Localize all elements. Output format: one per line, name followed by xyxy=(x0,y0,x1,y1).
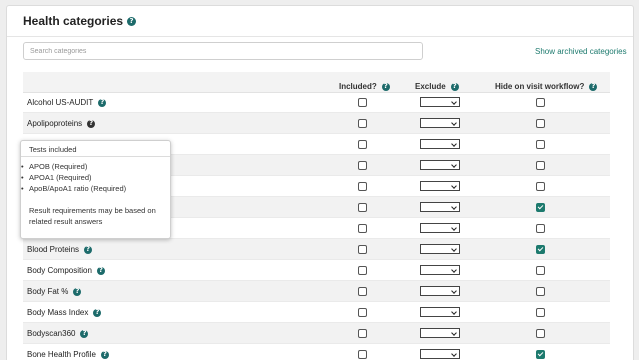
category-name: Blood Proteins? xyxy=(27,245,93,254)
card-title: Health categories ? xyxy=(23,14,137,28)
included-checkbox[interactable] xyxy=(358,161,367,170)
tooltip-note: Result requirements may be based on rela… xyxy=(29,206,156,226)
table-row: Alcohol US-AUDIT? xyxy=(23,92,610,113)
exclude-select[interactable] xyxy=(420,265,460,275)
included-checkbox[interactable] xyxy=(358,140,367,149)
included-checkbox[interactable] xyxy=(358,119,367,128)
category-name: Alcohol US-AUDIT? xyxy=(27,98,107,107)
table-row: Body Mass Index? xyxy=(23,302,610,323)
tooltip-test-item: ApoB/ApoA1 ratio (Required) xyxy=(21,183,126,194)
table-row: Body Composition? xyxy=(23,260,610,281)
help-icon[interactable]: ? xyxy=(98,98,107,107)
help-icon[interactable]: ? xyxy=(96,266,105,275)
table-row: Body Fat %? xyxy=(23,281,610,302)
included-checkbox[interactable] xyxy=(358,266,367,275)
header-divider xyxy=(7,36,633,37)
hide-on-visit-checkbox[interactable] xyxy=(536,308,545,317)
hide-on-visit-checkbox[interactable] xyxy=(536,350,545,359)
hide-on-visit-checkbox[interactable] xyxy=(536,182,545,191)
exclude-select[interactable] xyxy=(420,118,460,128)
category-name-label: Blood Proteins xyxy=(27,245,80,254)
hide-on-visit-checkbox[interactable] xyxy=(536,224,545,233)
category-name-label: Apolipoproteins xyxy=(27,119,83,128)
hide-on-visit-checkbox[interactable] xyxy=(536,98,545,107)
help-icon[interactable]: ? xyxy=(84,245,93,254)
included-checkbox[interactable] xyxy=(358,308,367,317)
category-name: Apolipoproteins? xyxy=(27,119,96,128)
category-name: Body Composition? xyxy=(27,266,105,275)
table-row: Apolipoproteins? xyxy=(23,113,610,134)
tests-included-tooltip: Tests included APOB (Required) APOA1 (Re… xyxy=(20,140,171,239)
hide-on-visit-checkbox[interactable] xyxy=(536,266,545,275)
help-icon[interactable]: ? xyxy=(589,82,598,91)
tooltip-heading: Tests included xyxy=(29,145,77,154)
health-categories-card: Health categories ? Show archived catego… xyxy=(6,5,634,360)
exclude-select[interactable] xyxy=(420,307,460,317)
category-name-label: Bone Health Profile xyxy=(27,350,96,359)
included-checkbox[interactable] xyxy=(358,182,367,191)
show-archived-link[interactable]: Show archived categories xyxy=(535,47,627,56)
category-name: Body Fat %? xyxy=(27,287,82,296)
exclude-select[interactable] xyxy=(420,160,460,170)
category-name-label: Body Fat % xyxy=(27,287,69,296)
table-row: Bone Health Profile? xyxy=(23,344,610,360)
exclude-select[interactable] xyxy=(420,181,460,191)
included-checkbox[interactable] xyxy=(358,350,367,359)
column-hide-label: Hide on visit workflow? xyxy=(495,82,585,91)
hide-on-visit-checkbox[interactable] xyxy=(536,140,545,149)
table-row: Blood Proteins? xyxy=(23,239,610,260)
included-checkbox[interactable] xyxy=(358,245,367,254)
help-icon[interactable]: ? xyxy=(450,82,459,91)
help-icon[interactable]: ? xyxy=(381,82,390,91)
help-icon[interactable]: ? xyxy=(93,308,102,317)
category-name-label: Body Composition xyxy=(27,266,92,275)
column-included: Included? ? xyxy=(339,82,390,91)
included-checkbox[interactable] xyxy=(358,224,367,233)
category-name-label: Alcohol US-AUDIT xyxy=(27,98,94,107)
help-icon[interactable]: ? xyxy=(100,350,109,359)
help-icon[interactable]: ? xyxy=(87,119,96,128)
tooltip-test-item: APOA1 (Required) xyxy=(21,172,126,183)
exclude-select[interactable] xyxy=(420,244,460,254)
tooltip-test-item: APOB (Required) xyxy=(21,161,126,172)
category-name-label: Bodyscan360 xyxy=(27,329,76,338)
exclude-select[interactable] xyxy=(420,223,460,233)
exclude-select[interactable] xyxy=(420,328,460,338)
exclude-select[interactable] xyxy=(420,202,460,212)
hide-on-visit-checkbox[interactable] xyxy=(536,203,545,212)
included-checkbox[interactable] xyxy=(358,98,367,107)
help-icon[interactable]: ? xyxy=(73,287,82,296)
category-name: Bodyscan360? xyxy=(27,329,89,338)
hide-on-visit-checkbox[interactable] xyxy=(536,287,545,296)
column-hide: Hide on visit workflow? ? xyxy=(495,82,598,91)
column-included-label: Included? xyxy=(339,82,377,91)
help-icon[interactable]: ? xyxy=(127,16,137,26)
hide-on-visit-checkbox[interactable] xyxy=(536,245,545,254)
tooltip-test-list: APOB (Required) APOA1 (Required) ApoB/Ap… xyxy=(21,161,126,194)
exclude-select[interactable] xyxy=(420,349,460,359)
included-checkbox[interactable] xyxy=(358,203,367,212)
included-checkbox[interactable] xyxy=(358,287,367,296)
search-input[interactable] xyxy=(23,42,423,60)
category-name-label: Body Mass Index xyxy=(27,308,89,317)
exclude-select[interactable] xyxy=(420,286,460,296)
table-row: Bodyscan360? xyxy=(23,323,610,344)
category-name: Bone Health Profile? xyxy=(27,350,109,359)
included-checkbox[interactable] xyxy=(358,329,367,338)
category-name: Body Mass Index? xyxy=(27,308,102,317)
help-icon[interactable]: ? xyxy=(80,329,89,338)
column-exclude-label: Exclude xyxy=(415,82,446,91)
hide-on-visit-checkbox[interactable] xyxy=(536,161,545,170)
exclude-select[interactable] xyxy=(420,97,460,107)
table-header: Included? ? Exclude ? Hide on visit work… xyxy=(23,72,610,93)
column-exclude: Exclude ? xyxy=(415,82,459,91)
hide-on-visit-checkbox[interactable] xyxy=(536,119,545,128)
hide-on-visit-checkbox[interactable] xyxy=(536,329,545,338)
card-title-text: Health categories xyxy=(23,14,124,28)
tooltip-divider xyxy=(21,156,170,157)
exclude-select[interactable] xyxy=(420,139,460,149)
